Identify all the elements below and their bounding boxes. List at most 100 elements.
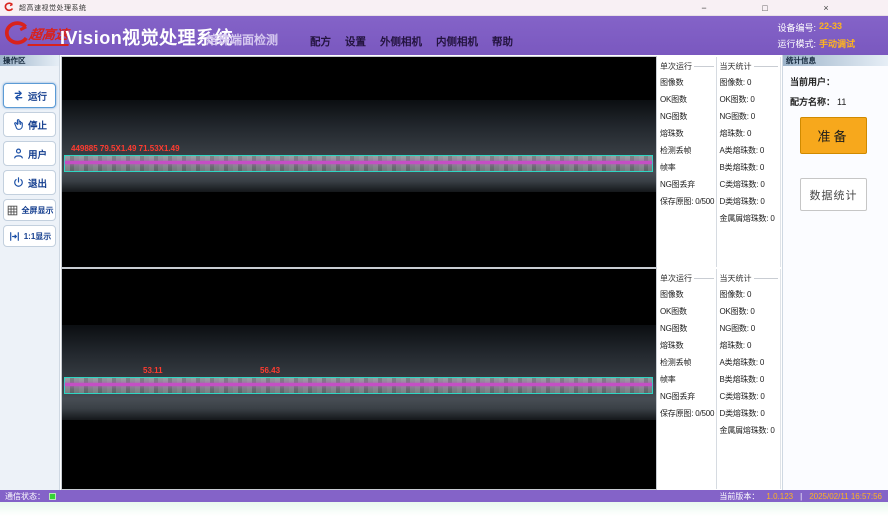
stat-row: B类熔珠数: 0 (720, 371, 780, 388)
stat-row: 帧率 (660, 371, 716, 388)
camera-viewport-top: 449885 79.5X1.49 71.53X1.49 (62, 57, 656, 267)
measurement-annotation: 449885 79.5X1.49 71.53X1.49 (71, 144, 180, 153)
version-label: 当前版本： (719, 491, 759, 502)
sidebar: 操作区 运行 停止 用户 退出 全屏显示 1:1显示 (0, 55, 60, 490)
version-value: 1.0.123 (766, 492, 793, 501)
daily-stats-title: 当天统计 (720, 61, 752, 72)
data-stats-button[interactable]: 数据统计 (800, 178, 867, 211)
stats-panel-bottom: 单次运行 图像数OK图数NG图数熔珠数检测丢帧帧率NG图丢弃保存原图: 0/50… (657, 269, 781, 489)
close-button[interactable]: × (816, 0, 836, 16)
menu-item[interactable]: 外侧相机 (380, 34, 422, 49)
info-panel: 统计信息 当前用户： 配方名称：11 准备 数据统计 (782, 55, 888, 490)
stop-hand-icon (12, 118, 25, 131)
stop-button-label: 停止 (28, 118, 47, 132)
comm-status-label: 通信状态： (5, 491, 45, 502)
stat-row: NG图数: 0 (720, 320, 780, 337)
sidebar-title: 操作区 (0, 55, 59, 66)
datetime-text: 2025/02/11 16:57:56 (809, 492, 882, 501)
stat-row: 熔珠数 (660, 125, 716, 142)
daily-stats-column: 当天统计 图像数: 0OK图数: 0NG图数: 0熔珠数: 0A类熔珠数: 0B… (716, 269, 780, 489)
stat-row: 熔珠数: 0 (720, 125, 780, 142)
stats-panel-top: 单次运行 图像数OK图数NG图数熔珠数检测丢帧帧率NG图丢弃保存原图: 0/50… (657, 57, 781, 267)
run-arrows-icon (12, 89, 25, 102)
window-controls: − □ × (694, 0, 836, 16)
stat-row: 保存原图: 0/500 (660, 405, 716, 422)
desktop-strip (0, 502, 888, 522)
stat-row: 检测丢帧 (660, 354, 716, 371)
one-to-one-icon (8, 230, 21, 243)
sidebar-buttons: 运行 停止 用户 退出 全屏显示 1:1显示 (0, 66, 59, 251)
camera-viewport-bottom: 53.11 56.43 (62, 269, 656, 489)
daily-stats-rows: 图像数: 0OK图数: 0NG图数: 0熔珠数: 0A类熔珠数: 0B类熔珠数:… (720, 74, 780, 227)
one-to-one-button[interactable]: 1:1显示 (3, 225, 56, 247)
menu-item[interactable]: 设置 (345, 34, 366, 49)
one-to-one-button-label: 1:1显示 (24, 231, 52, 242)
user-button-label: 用户 (28, 147, 47, 161)
stat-row: NG图丢弃 (660, 176, 716, 193)
stat-row: NG图数 (660, 108, 716, 125)
measurement-label: 53.11 (143, 366, 163, 375)
menu-bar: 配方设置外侧相机内侧相机帮助 (310, 34, 513, 49)
stat-row: 熔珠数: 0 (720, 337, 780, 354)
exit-button[interactable]: 退出 (3, 170, 56, 195)
power-icon (12, 176, 25, 189)
comm-status-indicator (49, 493, 56, 500)
menu-item[interactable]: 内侧相机 (436, 34, 478, 49)
stat-row: A类熔珠数: 0 (720, 142, 780, 159)
single-run-column: 单次运行 图像数OK图数NG图数熔珠数检测丢帧帧率NG图丢弃保存原图: 0/50… (657, 57, 716, 267)
daily-stats-rows: 图像数: 0OK图数: 0NG图数: 0熔珠数: 0A类熔珠数: 0B类熔珠数:… (720, 286, 780, 439)
fullscreen-button-label: 全屏显示 (22, 205, 54, 216)
menu-item[interactable]: 帮助 (492, 34, 513, 49)
minimize-button[interactable]: − (694, 0, 714, 16)
stat-row: OK图数 (660, 303, 716, 320)
daily-stats-column: 当天统计 图像数: 0OK图数: 0NG图数: 0熔珠数: 0A类熔珠数: 0B… (716, 57, 780, 267)
single-run-column: 单次运行 图像数OK图数NG图数熔珠数检测丢帧帧率NG图丢弃保存原图: 0/50… (657, 269, 716, 489)
maximize-button[interactable]: □ (755, 0, 775, 16)
stat-row: 图像数: 0 (720, 286, 780, 303)
stat-row: 金属屑熔珠数: 0 (720, 210, 780, 227)
stat-row: 熔珠数 (660, 337, 716, 354)
stat-row: C类熔珠数: 0 (720, 176, 780, 193)
stat-row: 金属屑熔珠数: 0 (720, 422, 780, 439)
run-mode-label: 运行模式: (777, 37, 816, 50)
statusbar: 通信状态： 当前版本： 1.0.123 | 2025/02/11 16:57:5… (0, 490, 888, 502)
roi-rectangle (64, 377, 653, 394)
statusbar-right: 当前版本： 1.0.123 | 2025/02/11 16:57:56 (719, 491, 882, 502)
roi-centerline (65, 161, 652, 164)
device-number-label: 设备编号: (777, 21, 816, 34)
stat-row: D类熔珠数: 0 (720, 193, 780, 210)
run-button-label: 运行 (28, 89, 47, 103)
stat-row: 图像数 (660, 286, 716, 303)
info-panel-title: 统计信息 (783, 55, 888, 66)
measurement-label: 56.43 (260, 366, 280, 375)
single-run-title: 单次运行 (660, 61, 692, 72)
device-number-value: 22-33 (819, 21, 842, 34)
page-subtitle: 熔珠端面检测 (206, 31, 278, 48)
fullscreen-button[interactable]: 全屏显示 (3, 199, 56, 221)
stat-row: 图像数: 0 (720, 74, 780, 91)
header-banner: 超高速 IVision视觉处理系统 熔珠端面检测 配方设置外侧相机内侧相机帮助 … (0, 16, 888, 55)
menu-item[interactable]: 配方 (310, 34, 331, 49)
stat-row: C类熔珠数: 0 (720, 388, 780, 405)
run-mode-value: 手动调试 (819, 37, 855, 50)
statusbar-separator: | (800, 492, 802, 501)
stat-row: 图像数 (660, 74, 716, 91)
app-logo-icon (4, 2, 15, 13)
stat-row: NG图数: 0 (720, 108, 780, 125)
stat-row: NG图丢弃 (660, 388, 716, 405)
stat-row: 保存原图: 0/500 (660, 193, 716, 210)
single-run-rows: 图像数OK图数NG图数熔珠数检测丢帧帧率NG图丢弃保存原图: 0/500 (660, 74, 716, 210)
current-user-label: 当前用户： (790, 77, 835, 87)
stop-button[interactable]: 停止 (3, 112, 56, 137)
daily-stats-title: 当天统计 (720, 273, 752, 284)
grid-icon (6, 204, 19, 217)
single-run-title: 单次运行 (660, 273, 692, 284)
user-button[interactable]: 用户 (3, 141, 56, 166)
stat-row: B类熔珠数: 0 (720, 159, 780, 176)
stat-row: A类熔珠数: 0 (720, 354, 780, 371)
stat-row: 检测丢帧 (660, 142, 716, 159)
roi-rectangle (64, 155, 653, 172)
single-run-rows: 图像数OK图数NG图数熔珠数检测丢帧帧率NG图丢弃保存原图: 0/500 (660, 286, 716, 422)
run-button[interactable]: 运行 (3, 83, 56, 108)
prepare-button[interactable]: 准备 (800, 117, 867, 154)
